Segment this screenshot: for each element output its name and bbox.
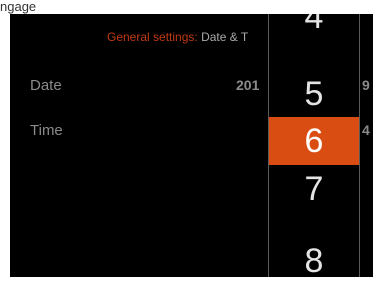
date-value-day[interactable]: 9 bbox=[362, 77, 370, 93]
picker-item[interactable]: 7 bbox=[269, 165, 359, 213]
number-picker[interactable]: 4 5 6 7 8 bbox=[268, 14, 360, 277]
header-text-fragment: ngage bbox=[0, 0, 37, 14]
picker-item[interactable]: 4 bbox=[269, 14, 359, 41]
date-label[interactable]: Date bbox=[30, 77, 62, 94]
picker-item[interactable]: 8 bbox=[269, 237, 359, 277]
settings-screen: General settings: Date & T Date 201 9 Ti… bbox=[10, 14, 373, 277]
picker-item-selected[interactable]: 6 bbox=[269, 117, 359, 165]
time-label[interactable]: Time bbox=[30, 122, 63, 139]
breadcrumb-parent[interactable]: General settings: bbox=[107, 30, 198, 44]
picker-item[interactable]: 5 bbox=[269, 70, 359, 118]
time-value[interactable]: 4 bbox=[362, 122, 370, 138]
breadcrumb: General settings: Date & T bbox=[107, 30, 248, 44]
device-screenshot: ngage General settings: Date & T Date 20… bbox=[0, 0, 379, 287]
breadcrumb-current: Date & T bbox=[201, 30, 249, 44]
date-value-year[interactable]: 201 bbox=[236, 77, 259, 93]
